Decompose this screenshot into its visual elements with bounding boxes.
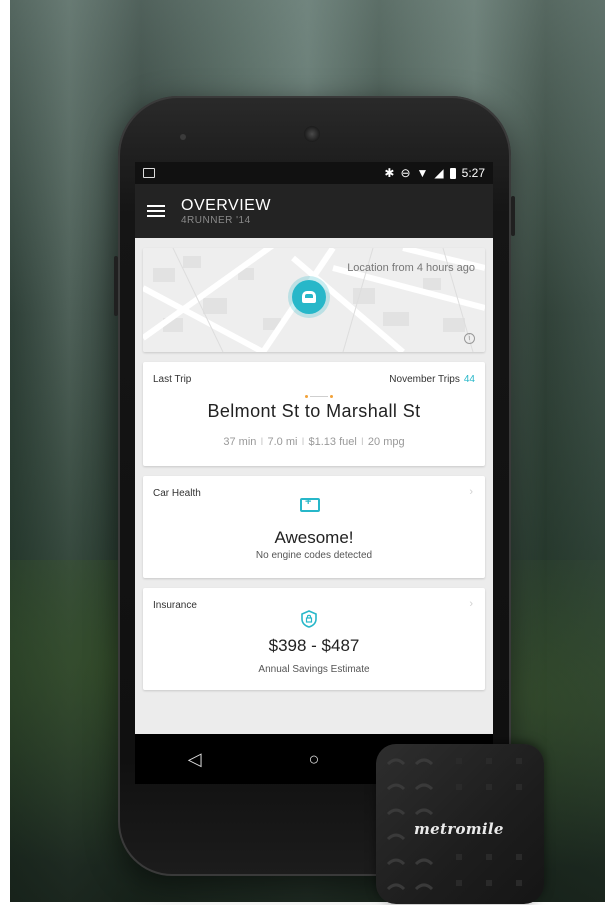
app-bar: OVERVIEW 4RUNNER '14 — [135, 184, 493, 238]
monthly-trips-label: November Trips — [389, 374, 460, 385]
location-map-card[interactable]: Location from 4 hours ago i — [143, 248, 485, 352]
hamburger-menu-icon[interactable] — [147, 205, 165, 217]
trip-stats: 37 min I 7.0 mi I $1.13 fuel I 20 mpg — [223, 436, 405, 448]
trip-distance: 7.0 mi — [267, 436, 298, 448]
chevron-right-icon: › — [469, 598, 473, 610]
car-health-label: Car Health — [153, 488, 201, 499]
front-camera — [304, 126, 320, 142]
car-health-description: No engine codes detected — [255, 550, 373, 561]
signal-icon: ◢ — [434, 166, 444, 180]
engine-icon — [300, 496, 320, 512]
trip-mpg: 20 mpg — [367, 436, 405, 448]
insurance-card[interactable]: Insurance › $398 - $487 Annual Savings E… — [143, 588, 485, 690]
do-not-disturb-icon: ⊖ — [400, 166, 411, 180]
status-bar: ✱ ⊖ ▼ ◢ 5:27 — [135, 162, 493, 184]
car-icon — [302, 291, 316, 303]
insurance-label: Insurance — [153, 600, 197, 611]
phone-screen: ✱ ⊖ ▼ ◢ 5:27 OVERVIEW 4RUNNER '14 Locati… — [135, 162, 493, 784]
bluetooth-icon: ✱ — [384, 166, 395, 180]
insurance-savings-description: Annual Savings Estimate — [258, 664, 370, 675]
metromile-device: metromile — [376, 744, 544, 904]
insurance-savings-value: $398 - $487 — [268, 636, 360, 655]
vehicle-subtitle: 4RUNNER '14 — [181, 214, 251, 226]
car-location-pin[interactable] — [292, 280, 326, 314]
wifi-icon: ▼ — [416, 166, 429, 180]
sensor-dot — [180, 134, 186, 140]
last-trip-card[interactable]: Last Trip November Trips 44 Belmont St to… — [143, 362, 485, 466]
monthly-trips-count: 44 — [463, 374, 475, 385]
status-time: 5:27 — [461, 166, 485, 180]
home-icon[interactable]: ○ — [299, 750, 329, 768]
back-icon[interactable]: ◁ — [180, 750, 210, 768]
car-health-status: Awesome! — [274, 528, 354, 547]
shield-lock-icon — [301, 610, 317, 628]
image-notification-icon — [143, 168, 155, 178]
page-title: OVERVIEW — [181, 196, 271, 214]
overview-content: Location from 4 hours ago i Last Trip No… — [135, 238, 493, 690]
metromile-logo: metromile — [414, 820, 504, 838]
battery-icon — [449, 167, 456, 179]
volume-button — [114, 256, 118, 316]
last-trip-label: Last Trip — [153, 374, 192, 385]
trip-route: Belmont St to Marshall St — [207, 401, 421, 421]
trip-fuel-cost: $1.13 fuel — [308, 436, 357, 448]
trip-route-icon — [305, 395, 333, 398]
car-health-card[interactable]: Car Health › Awesome! No engine codes de… — [143, 476, 485, 578]
map-info-icon[interactable]: i — [464, 333, 475, 344]
map-location-text: Location from 4 hours ago — [347, 262, 475, 274]
power-button — [511, 196, 515, 236]
trip-duration: 37 min — [223, 436, 257, 448]
chevron-right-icon: › — [469, 486, 473, 498]
